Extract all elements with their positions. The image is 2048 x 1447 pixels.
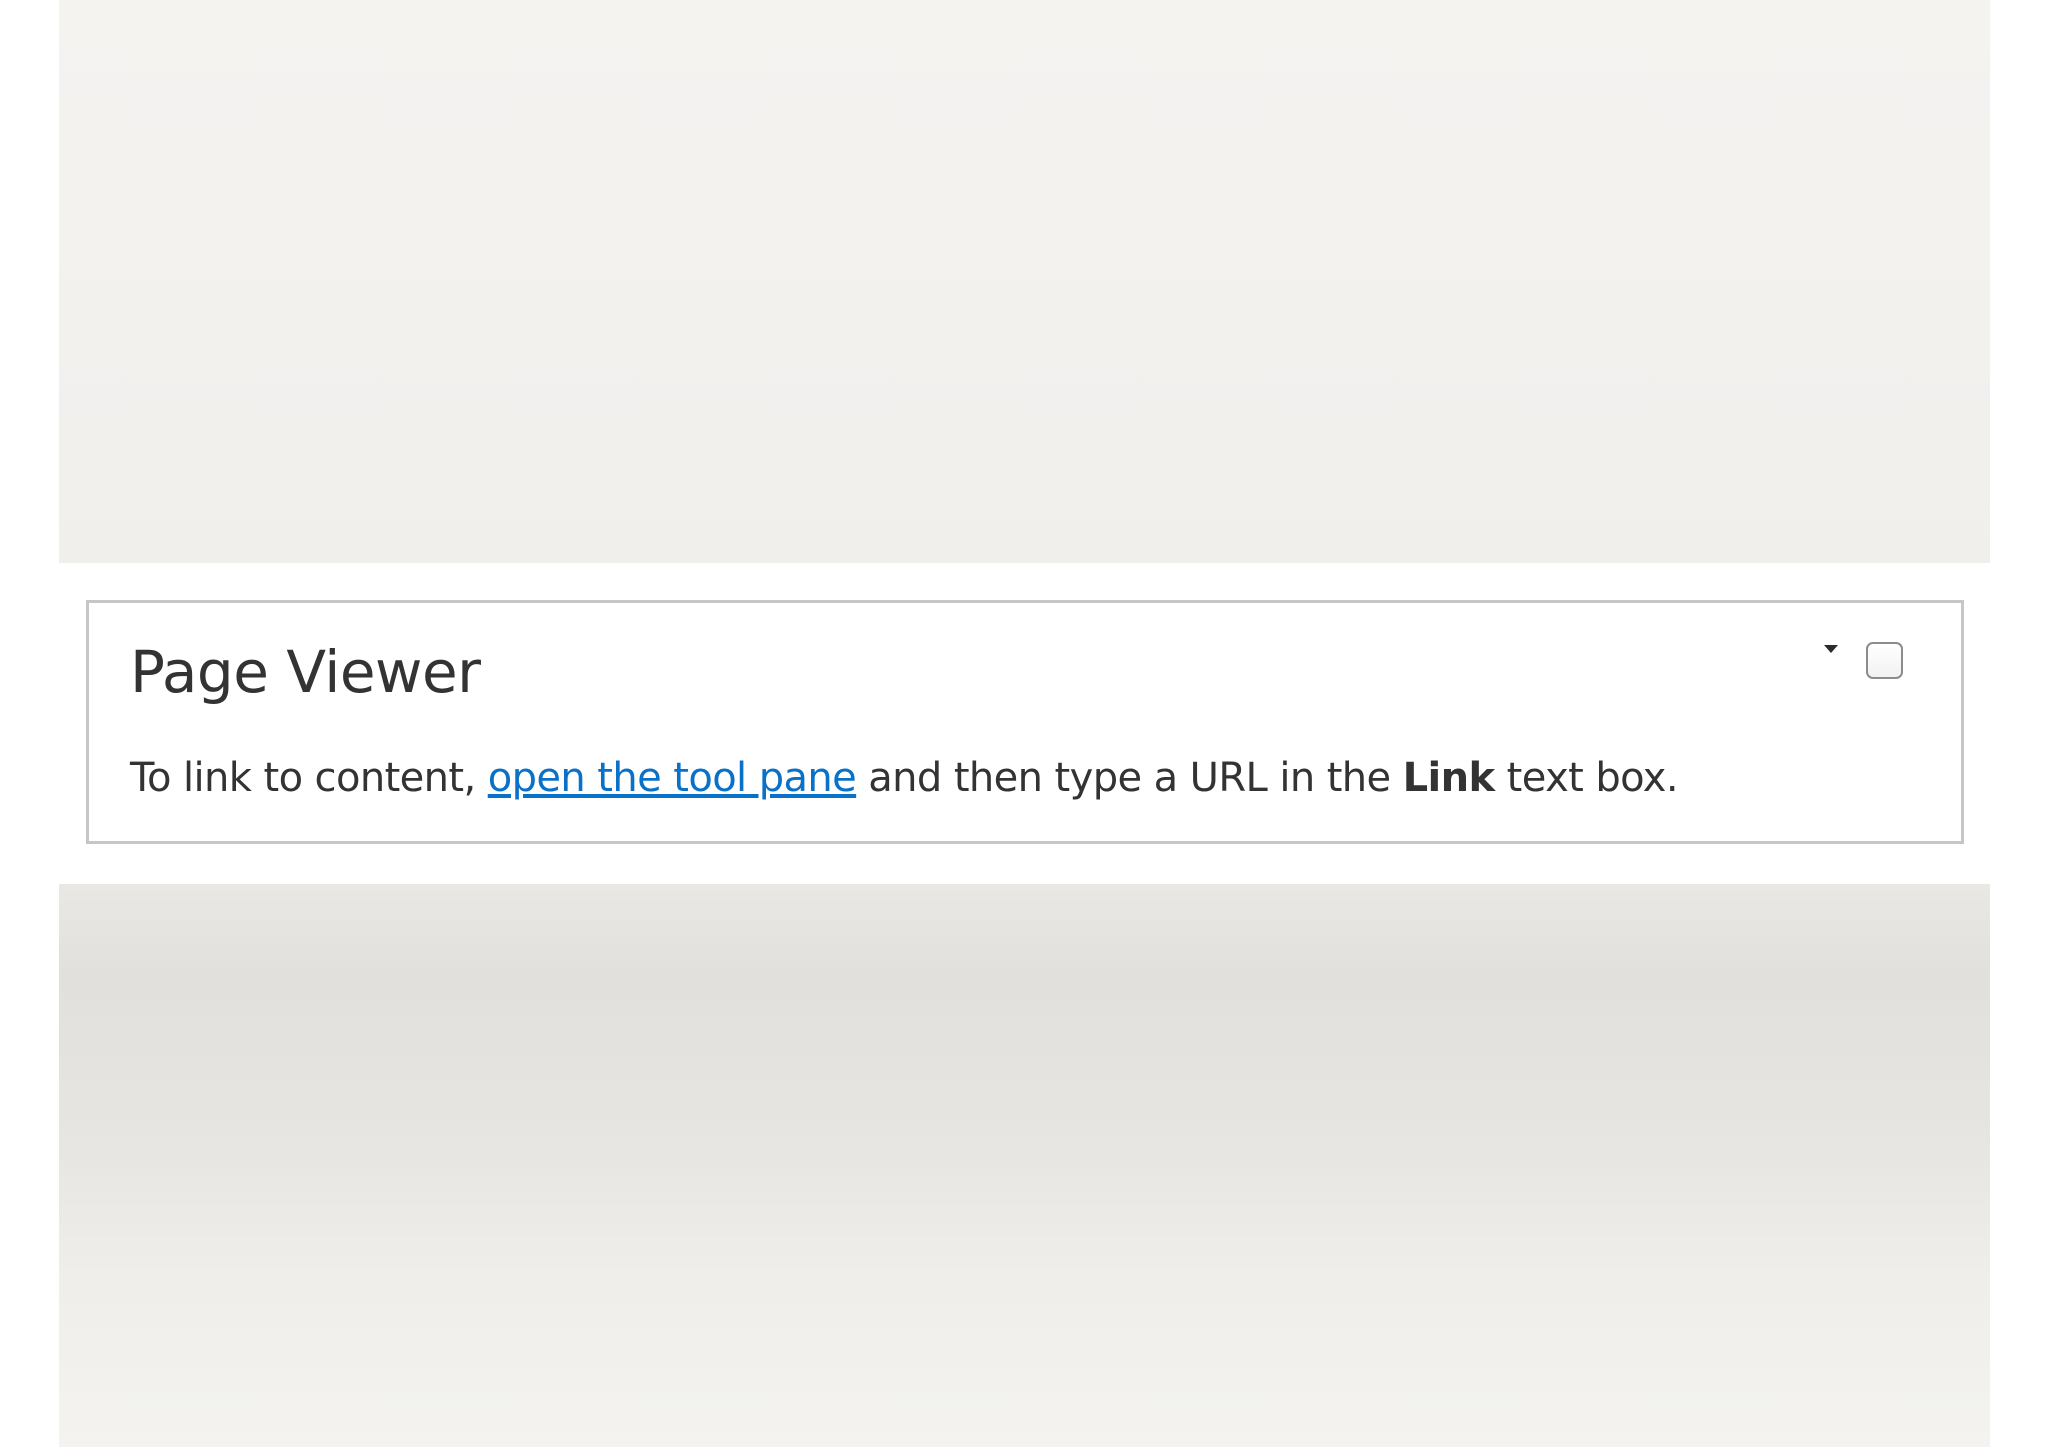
page-background-top	[59, 0, 1990, 563]
webpart-message: To link to content, open the tool pane a…	[130, 752, 1679, 804]
webpart-menu-button[interactable]	[1811, 629, 1851, 669]
message-text-before: To link to content,	[130, 755, 488, 801]
page-viewer-webpart: Page Viewer To link to content, open the…	[86, 600, 1964, 844]
link-field-name: Link	[1402, 755, 1495, 801]
webpart-select-checkbox[interactable]	[1866, 642, 1903, 679]
caret-down-icon	[1824, 645, 1838, 653]
webpart-title: Page Viewer	[130, 638, 481, 706]
open-tool-pane-link[interactable]: open the tool pane	[488, 755, 857, 801]
page-background-bottom	[59, 884, 1990, 1447]
message-text-middle: and then type a URL in the	[856, 755, 1403, 801]
message-text-after: text box.	[1494, 755, 1679, 801]
